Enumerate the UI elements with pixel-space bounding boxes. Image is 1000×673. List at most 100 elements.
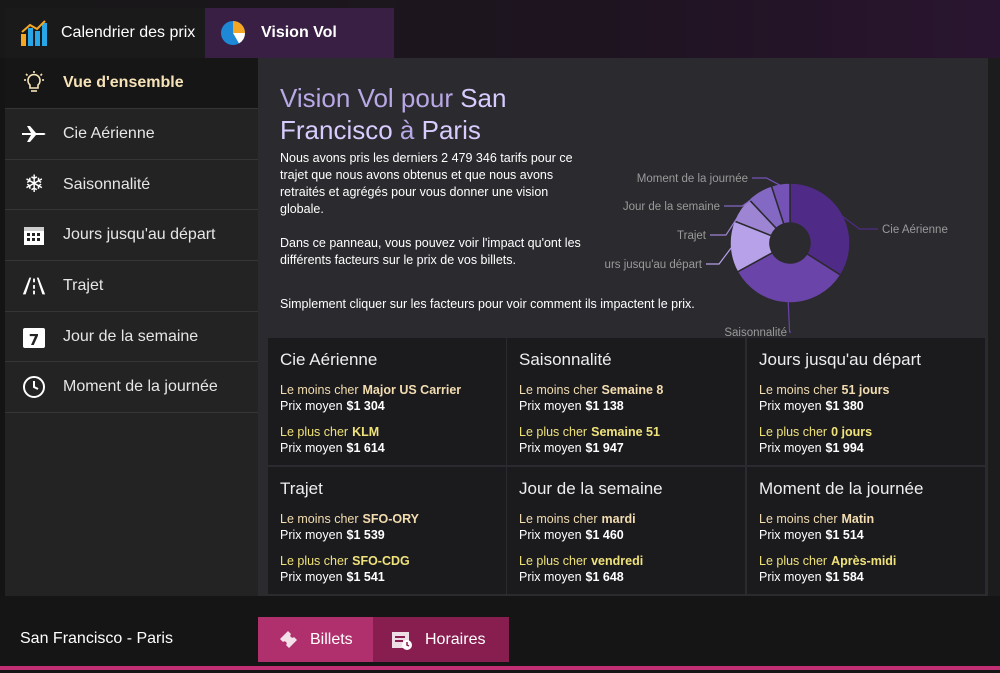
most-expensive-value: 0 jours: [831, 425, 873, 439]
average-price-value: $1 539: [346, 528, 385, 542]
factor-card-day-of-week[interactable]: Jour de la semaine Le moins cher mardi Pr…: [507, 467, 745, 594]
average-price-label: Prix moyen: [280, 399, 343, 413]
page-title: Vision Vol pour San Francisco à Paris: [280, 82, 600, 146]
most-expensive-label: Le plus cher: [519, 554, 588, 568]
card-title: Jour de la semaine: [519, 479, 663, 498]
sidebar-item-label: Saisonnalité: [63, 175, 151, 193]
card-title: Moment de la journée: [759, 479, 924, 498]
card-title: Trajet: [280, 479, 323, 498]
calendar-icon: [21, 222, 47, 248]
cheapest-value: SFO-ORY: [362, 512, 419, 526]
tab-tickets[interactable]: Billets: [258, 617, 373, 662]
average-price-value: $1 138: [585, 399, 624, 413]
sidebar-item-label: Vue d'ensemble: [63, 74, 184, 91]
factor-card-route[interactable]: Trajet Le moins cher SFO-ORY Prix moyen $1…: [268, 467, 506, 594]
most-expensive-label: Le plus cher: [519, 425, 588, 439]
most-expensive-value: KLM: [352, 425, 380, 439]
donut-label[interactable]: Jour de la semaine: [623, 201, 720, 213]
sidebar-item-label: Jours jusqu'au départ: [63, 226, 216, 244]
card-title: Cie Aérienne: [280, 350, 378, 369]
average-price-value: $1 514: [825, 528, 864, 542]
average-price-value: $1 584: [825, 570, 864, 584]
average-price-label: Prix moyen: [759, 528, 822, 542]
average-price-value: $1 541: [346, 570, 385, 584]
average-price-label: Prix moyen: [759, 441, 822, 455]
cheapest-label: Le moins cher: [519, 383, 598, 397]
most-expensive-row: Le plus cher KLM: [280, 424, 494, 440]
intro-text: Nous avons pris les derniers 2 479 346 t…: [280, 150, 695, 311]
most-expensive-value: SFO-CDG: [352, 554, 410, 568]
cheapest-price-row: Prix moyen $1 380: [759, 398, 973, 414]
tab-vision-vol[interactable]: Vision Vol: [205, 8, 394, 58]
most-expensive-label: Le plus cher: [280, 425, 349, 439]
average-price-label: Prix moyen: [759, 399, 822, 413]
tab-schedules[interactable]: Horaires: [373, 617, 509, 662]
factor-card-days-to-departure[interactable]: Jours jusqu'au départ Le moins cher 51 jo…: [747, 338, 985, 465]
donut-label[interactable]: Cie Aérienne: [882, 224, 948, 236]
sidebar-item-days-to-departure[interactable]: Jours jusqu'au départ: [5, 210, 258, 262]
cheapest-value: Semaine 8: [601, 383, 664, 397]
cheapest-row: Le moins cher mardi: [519, 511, 733, 527]
most-expensive-row: Le plus cher 0 jours: [759, 424, 973, 440]
donut-label[interactable]: Moment de la journée: [637, 173, 748, 185]
pie-chart-icon: [219, 18, 251, 48]
most-expensive-label: Le plus cher: [759, 554, 828, 568]
clock-icon: [21, 374, 47, 400]
cheapest-label: Le moins cher: [519, 512, 598, 526]
bar-chart-icon: [19, 18, 51, 48]
overview-panel: Vision Vol pour San Francisco à Paris No…: [258, 58, 988, 596]
sidebar-item-overview[interactable]: Vue d'ensemble: [5, 58, 258, 109]
sidebar-item-label: Trajet: [63, 276, 104, 294]
snowflake-icon: ❄: [23, 171, 45, 199]
cheapest-price-row: Prix moyen $1 304: [280, 398, 494, 414]
average-price-value: $1 380: [825, 399, 864, 413]
cheapest-label: Le moins cher: [280, 512, 359, 526]
sidebar-item-route[interactable]: Trajet: [5, 261, 258, 312]
expensive-price-row: Prix moyen $1 584: [759, 569, 973, 585]
donut-label[interactable]: Trajet: [677, 230, 707, 242]
average-price-value: $1 460: [585, 528, 624, 542]
cheapest-label: Le moins cher: [759, 512, 838, 526]
factor-card-seasonality[interactable]: Saisonnalité Le moins cher Semaine 8 Prix…: [507, 338, 745, 465]
tab-label: Horaires: [425, 630, 486, 648]
donut-label[interactable]: urs jusqu'au départ: [605, 259, 703, 271]
sidebar-item-airline[interactable]: Cie Aérienne: [5, 109, 258, 160]
tab-price-calendar[interactable]: Calendrier des prix: [5, 8, 205, 58]
average-price-label: Prix moyen: [280, 441, 343, 455]
leader-line: [706, 246, 733, 265]
top-tab-bar: Calendrier des prix Vision Vol: [0, 0, 1000, 58]
title-mid: à: [392, 115, 422, 145]
cheapest-row: Le moins cher 51 jours: [759, 382, 973, 398]
factors-donut-chart[interactable]: Cie AérienneSaisonnalitéurs jusqu'au dép…: [588, 113, 988, 353]
most-expensive-row: Le plus cher Après-midi: [759, 553, 973, 569]
average-price-value: $1 304: [346, 399, 385, 413]
most-expensive-label: Le plus cher: [280, 554, 349, 568]
sidebar-item-time-of-day[interactable]: Moment de la journée: [5, 362, 258, 414]
cheapest-row: Le moins cher Matin: [759, 511, 973, 527]
cheapest-price-row: Prix moyen $1 138: [519, 398, 733, 414]
factor-card-time-of-day[interactable]: Moment de la journée Le moins cher Matin …: [747, 467, 985, 594]
intro-paragraph: Dans ce panneau, vous pouvez voir l'impa…: [280, 236, 581, 267]
sidebar-item-day-of-week[interactable]: 7 Jour de la semaine: [5, 312, 258, 363]
most-expensive-row: Le plus cher Semaine 51: [519, 424, 733, 440]
cheapest-row: Le moins cher SFO-ORY: [280, 511, 494, 527]
cheapest-value: Matin: [841, 512, 875, 526]
cheapest-label: Le moins cher: [280, 383, 359, 397]
expensive-price-row: Prix moyen $1 614: [280, 440, 494, 456]
svg-text:7: 7: [29, 331, 39, 349]
tab-label: Billets: [310, 630, 353, 648]
sidebar-item-seasonality[interactable]: ❄ Saisonnalité: [5, 160, 258, 211]
cheapest-row: Le moins cher Semaine 8: [519, 382, 733, 398]
cheapest-price-row: Prix moyen $1 514: [759, 527, 973, 543]
average-price-label: Prix moyen: [280, 570, 343, 584]
scrollbar[interactable]: [988, 58, 1000, 596]
expensive-price-row: Prix moyen $1 947: [519, 440, 733, 456]
expensive-price-row: Prix moyen $1 994: [759, 440, 973, 456]
average-price-value: $1 947: [585, 441, 624, 455]
expensive-price-row: Prix moyen $1 541: [280, 569, 494, 585]
average-price-label: Prix moyen: [519, 528, 582, 542]
expensive-price-row: Prix moyen $1 648: [519, 569, 733, 585]
factor-card-airline[interactable]: Cie Aérienne Le moins cher Major US Carri…: [268, 338, 506, 465]
tab-label: Calendrier des prix: [61, 24, 196, 41]
sidebar-item-label: Moment de la journée: [63, 378, 218, 396]
